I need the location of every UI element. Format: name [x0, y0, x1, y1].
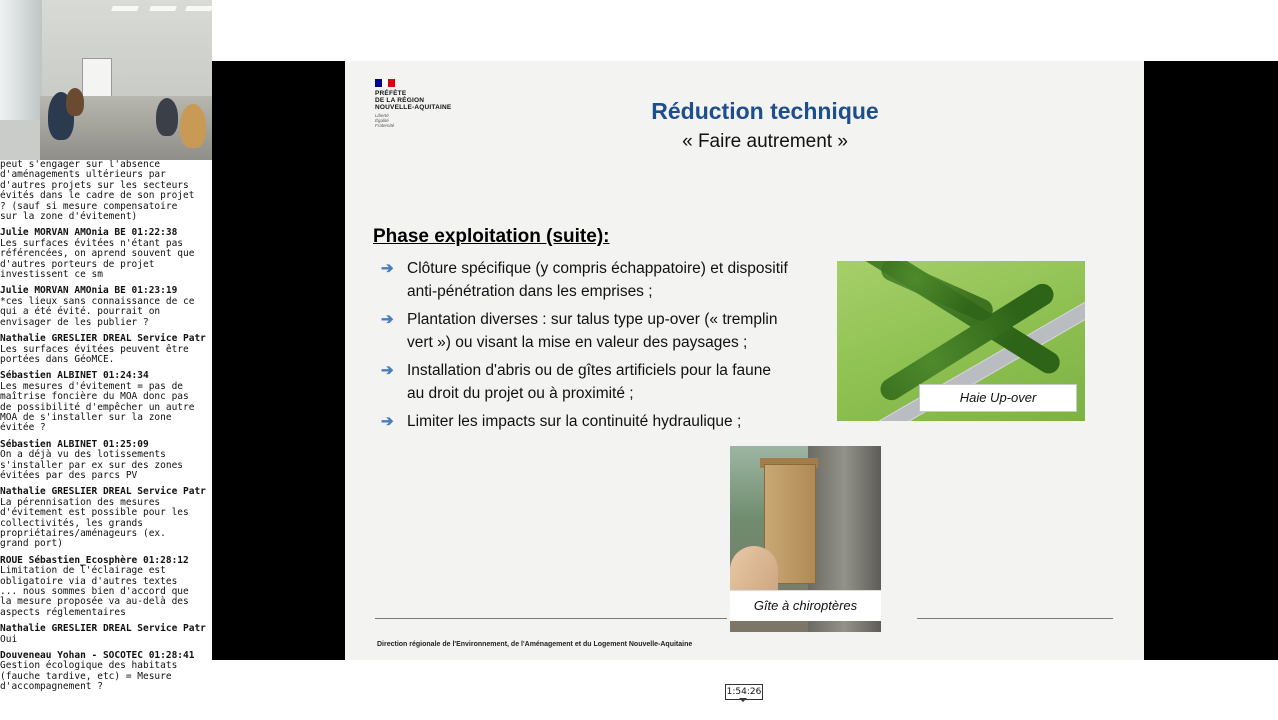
bullet-item: ➔ Clôture spécifique (y compris échappat…	[381, 257, 791, 303]
chat-message: Nathalie GRESLIER DREAL Service Patr Oui	[0, 623, 212, 645]
slide-title: Réduction technique	[651, 98, 879, 124]
webcam-ceiling-light	[185, 6, 212, 11]
webcam-window	[0, 0, 42, 120]
chat-message: Douveneau Yohan - SOCOTEC 01:28:41 Gestio…	[0, 650, 212, 693]
chat-message-text: Les surfaces évitées n'étant pas référen…	[0, 237, 195, 281]
bat-box-caption: Gîte à chiroptères	[730, 590, 881, 621]
arrow-right-icon: ➔	[381, 362, 394, 379]
chat-message: Nathalie GRESLIER DREAL Service Patr Les …	[0, 333, 212, 365]
slide: PRÉFÈTE DE LA RÉGION NOUVELLE-AQUITAINE …	[345, 61, 1144, 660]
footer-divider	[917, 618, 1113, 619]
footer-divider	[375, 618, 727, 619]
presentation-stage: PRÉFÈTE DE LA RÉGION NOUVELLE-AQUITAINE …	[212, 61, 1278, 660]
chat-message-header: Nathalie GRESLIER DREAL Service Patr	[0, 333, 206, 345]
flag-stripe	[381, 79, 389, 87]
bat-box-photo: Gîte à chiroptères	[730, 446, 881, 632]
hedge-up-over-illustration: Haie Up-over	[837, 261, 1085, 421]
logo-line: PRÉFÈTE	[375, 90, 407, 97]
slide-subtitle: « Faire autrement »	[682, 131, 848, 152]
chat-message-text: La pérennisation des mesures d'évitement…	[0, 496, 189, 550]
chat-message-header: Nathalie GRESLIER DREAL Service Patr	[0, 623, 206, 635]
chat-message: ROUE Sébastien_Ecosphère 01:28:12 Limitat…	[0, 555, 212, 618]
chat-message-text: Les mesures d'évitement = pas de maîtris…	[0, 380, 195, 434]
chat-message-text: Gestion écologique des habitats (fauche …	[0, 660, 178, 693]
hedge-shape	[877, 261, 997, 325]
chat-message-text: Oui	[0, 633, 18, 645]
chat-message: Julie MORVAN AMOnia BE 01:22:38 Les surfa…	[0, 228, 212, 280]
bullet-text: Installation d'abris ou de gîtes artific…	[407, 362, 771, 402]
chat-message-text: *ces lieux sans connaissance de ce qui a…	[0, 295, 195, 328]
bullet-list: ➔ Clôture spécifique (y compris échappat…	[381, 257, 791, 438]
arrow-right-icon: ➔	[381, 260, 394, 277]
chat-message-text: Les surfaces évitées peuvent être portée…	[0, 343, 189, 365]
flag-stripe	[388, 79, 396, 87]
bullet-text: Limiter les impacts sur la continuité hy…	[407, 413, 742, 430]
webcam-participant	[66, 88, 84, 116]
bullet-item: ➔ Limiter les impacts sur la continuité …	[381, 410, 791, 433]
chat-message-text: On a déjà vu des lotissements s'installe…	[0, 449, 184, 481]
chat-message-list: Julie MORVAN AMOnia BE 01:22:38 Les surfa…	[0, 228, 212, 692]
webcam-ceiling-light	[149, 6, 177, 11]
bullet-item: ➔ Plantation diverses : sur talus type u…	[381, 308, 791, 354]
section-heading: Phase exploitation (suite):	[373, 226, 610, 247]
hedge-caption: Haie Up-over	[919, 384, 1077, 412]
timestamp-pointer	[739, 698, 747, 702]
chat-message: Sébastien ALBINET 01:24:34 Les mesures d'…	[0, 370, 212, 434]
bullet-text: Plantation diverses : sur talus type up-…	[407, 311, 778, 351]
chat-message: Sébastien ALBINET 01:25:09 On a déjà vu d…	[0, 439, 212, 482]
flag-stripe	[375, 79, 382, 87]
arrow-right-icon: ➔	[381, 413, 394, 430]
webcam-ceiling-light	[111, 6, 139, 11]
french-flag-icon	[375, 79, 396, 87]
slide-footer: Direction régionale de l'Environnement, …	[377, 641, 693, 648]
chat-message-continuation: peut s'engager sur l'absence d'aménageme…	[0, 160, 195, 223]
webcam-participant	[156, 98, 178, 136]
arrow-right-icon: ➔	[381, 311, 394, 328]
chat-message: Nathalie GRESLIER DREAL Service Patr La p…	[0, 486, 212, 550]
chat-panel[interactable]: peut s'engager sur l'absence d'aménageme…	[0, 160, 212, 720]
chat-message-text: Limitation de l'éclairage est obligatoir…	[0, 565, 189, 618]
webcam-participant	[180, 104, 206, 148]
webcam-video	[0, 0, 212, 160]
chat-message: Julie MORVAN AMOnia BE 01:23:19 *ces lieu…	[0, 286, 212, 328]
bullet-item: ➔ Installation d'abris ou de gîtes artif…	[381, 359, 791, 405]
bullet-text: Clôture spécifique (y compris échappatoi…	[407, 260, 788, 300]
